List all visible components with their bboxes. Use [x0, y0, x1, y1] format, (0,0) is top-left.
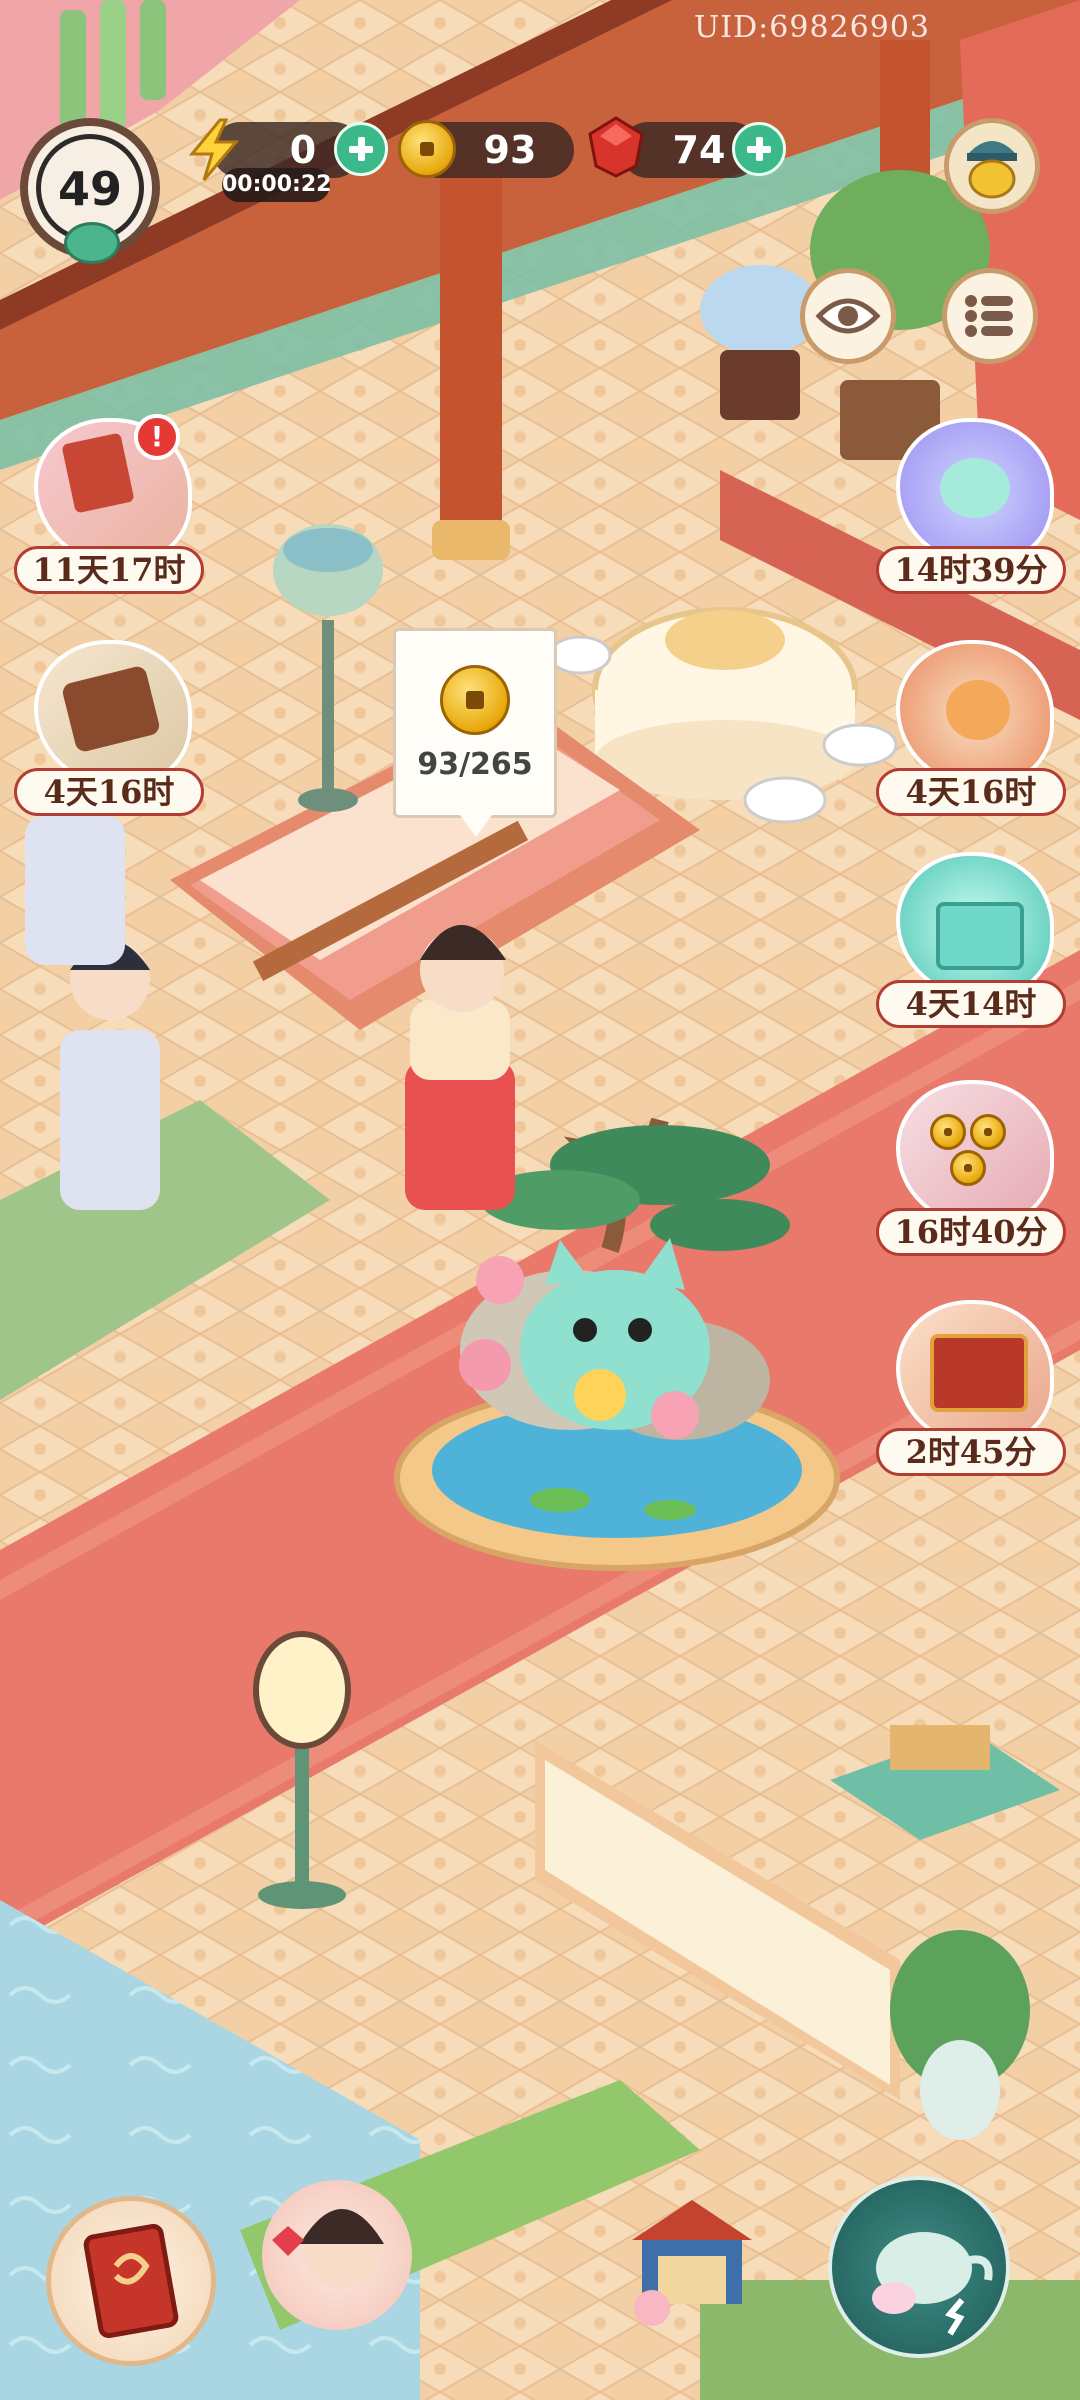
event-right-5[interactable]: 2时45分: [876, 1300, 1066, 1490]
event-right-2-timer: 4天16时: [876, 768, 1066, 816]
pillar: [440, 150, 502, 550]
event-left-2[interactable]: 4天16时: [14, 640, 204, 830]
gift-cat-icon: [896, 852, 1054, 1000]
event-right-1[interactable]: 14时39分: [876, 418, 1066, 608]
event-left-1-timer: 11天17时: [14, 546, 204, 594]
shop-button[interactable]: [612, 2180, 772, 2340]
eye-icon: [815, 298, 881, 334]
teapot-icon: [872, 2232, 993, 2336]
fan-cat-icon: [896, 640, 1054, 788]
spirit-cat-icon: [896, 418, 1054, 566]
player-level: 49: [57, 162, 122, 216]
coin-icon: [440, 665, 510, 735]
book-button[interactable]: [46, 2196, 216, 2366]
event-right-5-timer: 2时45分: [876, 1428, 1066, 1476]
lotus-box-icon: [34, 640, 192, 788]
coin-cards-icon: [896, 1080, 1054, 1228]
energy-timer: 00:00:22: [222, 168, 331, 202]
event-left-1[interactable]: ! 11天17时: [14, 414, 204, 608]
coin-progress-text: 93/265: [417, 747, 533, 782]
npc-scholar: [60, 940, 160, 1210]
add-gems-button[interactable]: [732, 122, 786, 176]
tea-button[interactable]: [828, 2176, 1010, 2358]
coin-collect-bubble[interactable]: 93/265: [393, 628, 557, 837]
character-button[interactable]: [262, 2180, 412, 2330]
coins-value: 93: [483, 128, 537, 172]
npc-lady: [405, 925, 515, 1210]
npc-scholar-2: [25, 815, 125, 965]
treasure-pot-button[interactable]: [944, 118, 1040, 214]
event-right-3[interactable]: 4天14时: [876, 852, 1066, 1042]
event-right-3-timer: 4天14时: [876, 980, 1066, 1028]
add-energy-button[interactable]: [334, 122, 388, 176]
alert-badge: !: [134, 414, 180, 460]
uid-label: UID:69826903: [694, 10, 930, 45]
list-menu-icon: [965, 295, 1013, 337]
event-right-4[interactable]: 16时40分: [876, 1080, 1066, 1270]
event-right-1-timer: 14时39分: [876, 546, 1066, 594]
treasure-chest-icon: [896, 1300, 1054, 1448]
book-icon: [83, 2223, 179, 2339]
coin-icon: [398, 120, 456, 178]
character-portrait-icon: [272, 2209, 384, 2288]
shop-pavilion-icon: [632, 2200, 752, 2326]
event-left-2-timer: 4天16时: [14, 768, 204, 816]
jade-ornament-icon: [64, 222, 120, 264]
treasure-pot-icon: [967, 141, 1017, 199]
bubble-tail: [460, 815, 492, 837]
view-toggle-button[interactable]: [800, 268, 896, 364]
event-right-2[interactable]: 4天16时: [876, 640, 1066, 830]
ruby-gem-icon: [588, 116, 644, 178]
event-right-4-timer: 16时40分: [876, 1208, 1066, 1256]
menu-list-button[interactable]: [942, 268, 1038, 364]
